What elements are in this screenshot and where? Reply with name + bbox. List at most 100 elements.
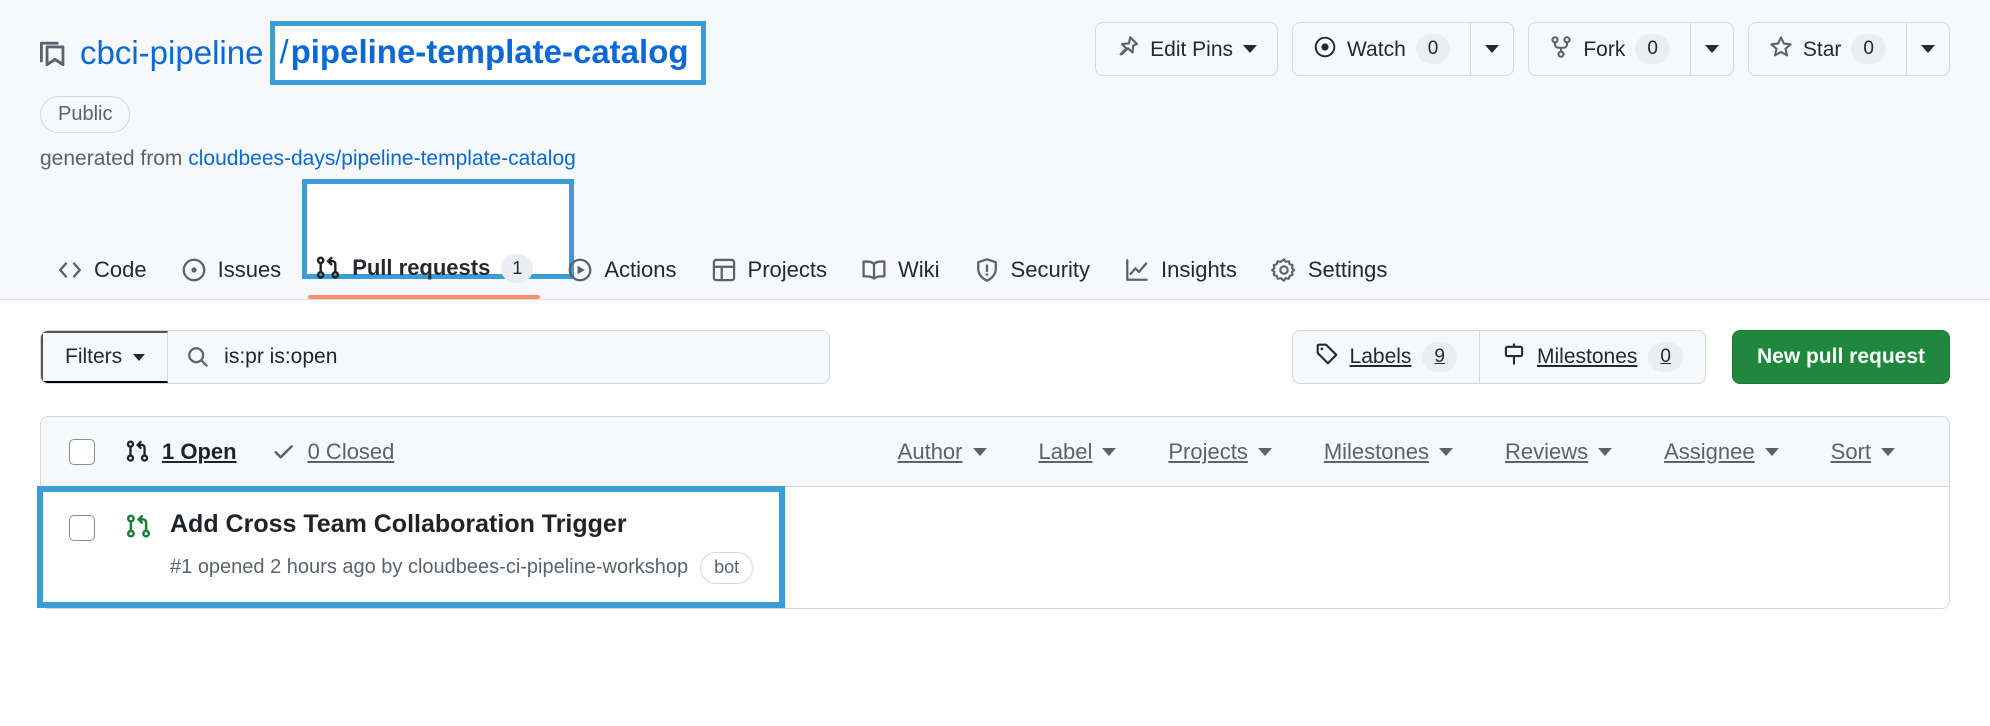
watch-label: Watch	[1347, 37, 1406, 61]
book-icon	[861, 257, 887, 283]
open-filter-tab[interactable]: 1 Open	[125, 439, 237, 465]
reviews-label: Reviews	[1504, 438, 1589, 464]
select-all-checkbox[interactable]	[69, 438, 95, 465]
github-pull-requests-page: cbci-pipeline / pipeline-template-catalo…	[0, 0, 1990, 726]
search-input[interactable]: is:pr is:open	[168, 331, 829, 383]
chevron-down-icon	[1485, 45, 1500, 53]
nav-label: Code	[94, 257, 147, 282]
chevron-down-icon	[972, 447, 987, 456]
search-input-value: is:pr is:open	[224, 345, 338, 368]
code-icon	[57, 257, 83, 283]
chevron-down-icon	[1881, 447, 1895, 456]
edit-pins-button[interactable]: Edit Pins	[1095, 22, 1279, 76]
repo-title: cbci-pipeline / pipeline-template-catalo…	[40, 18, 706, 85]
new-pull-request-button[interactable]: New pull request	[1731, 330, 1950, 384]
fork-count: 0	[1635, 33, 1670, 65]
labels-button[interactable]: Labels 9	[1291, 330, 1479, 384]
chevron-down-icon	[1598, 447, 1613, 456]
star-count: 0	[1851, 33, 1886, 65]
repo-name-highlight-box: / pipeline-template-catalog	[270, 21, 706, 85]
labels-label: Labels	[1349, 345, 1412, 368]
nav-item-issues[interactable]: Issues	[164, 257, 299, 299]
chevron-down-icon	[1764, 447, 1779, 456]
pull-requests-count: 1	[501, 253, 534, 283]
watch-button[interactable]: Watch 0	[1292, 22, 1471, 76]
play-icon	[567, 257, 593, 283]
visibility-badge: Public	[40, 95, 131, 133]
check-icon	[271, 439, 296, 464]
label-dropdown[interactable]: Label	[1013, 439, 1143, 465]
nav-label: Actions	[604, 257, 677, 282]
state-tabs: 1 Open 0 Closed	[125, 439, 394, 465]
nav-item-insights[interactable]: Insights	[1107, 257, 1254, 299]
fork-button[interactable]: Fork 0	[1528, 22, 1690, 76]
chevron-down-icon	[1102, 447, 1117, 456]
nav-item-wiki[interactable]: Wiki	[844, 257, 957, 299]
nav-item-code[interactable]: Code	[40, 257, 164, 299]
repo-template-icon	[40, 38, 70, 68]
fork-dropdown-button[interactable]	[1689, 22, 1734, 76]
repo-separator: /	[279, 33, 289, 70]
nav-label: Security	[1010, 257, 1091, 282]
nav-item-actions[interactable]: Actions	[550, 257, 693, 299]
closed-filter-tab[interactable]: 0 Closed	[271, 439, 394, 465]
reviews-dropdown[interactable]: Reviews	[1479, 439, 1638, 465]
assignee-dropdown[interactable]: Assignee	[1638, 439, 1805, 465]
milestone-icon	[1502, 342, 1526, 372]
star-dropdown-button[interactable]	[1906, 22, 1950, 76]
shield-icon	[974, 257, 1000, 283]
open-filter-label: 1 Open	[162, 438, 237, 464]
sort-label: Sort	[1830, 438, 1871, 464]
fork-label: Fork	[1583, 37, 1626, 61]
pull-request-list: 1 Open 0 Closed Author Label Projects Mi…	[37, 416, 1950, 609]
projects-dropdown[interactable]: Projects	[1142, 439, 1297, 465]
bot-badge: bot	[700, 552, 754, 584]
table-row[interactable]: Add Cross Team Collaboration Trigger #1 …	[41, 487, 1949, 608]
nav-item-security[interactable]: Security	[957, 257, 1107, 299]
repo-name-link[interactable]: pipeline-template-catalog	[291, 32, 689, 72]
nav-label: Wiki	[898, 257, 940, 282]
main-content: Filters is:pr is:open Labels 9 Milestone…	[0, 300, 1990, 609]
filters-label: Filters	[65, 345, 123, 368]
generated-from-link[interactable]: cloudbees-days/pipeline-template-catalog	[188, 147, 576, 170]
nav-label: Pull requests	[352, 255, 491, 281]
repo-owner-link[interactable]: cbci-pipeline	[80, 33, 263, 73]
filters-search-group: Filters is:pr is:open	[40, 330, 830, 384]
author-label: Author	[897, 438, 963, 464]
git-pull-request-open-icon	[125, 513, 152, 540]
pull-request-content: Add Cross Team Collaboration Trigger #1 …	[170, 509, 754, 584]
milestones-button[interactable]: Milestones 0	[1479, 330, 1706, 384]
label-label: Label	[1038, 438, 1093, 464]
milestones-count: 0	[1648, 341, 1683, 373]
pull-request-meta: #1 opened 2 hours ago by cloudbees-ci-pi…	[170, 552, 754, 584]
repo-title-row: cbci-pipeline / pipeline-template-catalo…	[40, 18, 1950, 171]
nav-item-projects[interactable]: Projects	[694, 257, 844, 299]
repo-action-buttons: Edit Pins Watch 0 Fork 0 Star 0	[1095, 18, 1950, 76]
watch-button-group: Watch 0	[1292, 22, 1515, 76]
repo-identity: cbci-pipeline / pipeline-template-catalo…	[40, 18, 706, 171]
row-checkbox[interactable]	[69, 515, 95, 541]
table-icon	[711, 257, 737, 283]
eye-icon	[1313, 35, 1337, 63]
edit-pins-label: Edit Pins	[1150, 37, 1234, 61]
filters-button[interactable]: Filters	[41, 331, 169, 383]
author-dropdown[interactable]: Author	[872, 439, 1013, 465]
chevron-down-icon	[133, 353, 146, 361]
nav-item-pull-requests[interactable]: Pull requests 1	[298, 253, 550, 299]
milestones-dropdown[interactable]: Milestones	[1298, 439, 1479, 465]
sort-dropdown[interactable]: Sort	[1805, 439, 1921, 465]
labels-milestones-group: Labels 9 Milestones 0	[1291, 330, 1706, 384]
watch-count: 0	[1415, 33, 1451, 65]
chevron-down-icon	[1921, 45, 1935, 53]
nav-item-settings[interactable]: Settings	[1254, 257, 1405, 299]
graph-icon	[1124, 257, 1150, 283]
filter-bar: Filters is:pr is:open Labels 9 Milestone…	[40, 330, 1950, 384]
active-tab-underline	[308, 295, 541, 299]
chevron-down-icon	[1257, 447, 1272, 456]
tag-icon	[1315, 342, 1339, 372]
pull-request-title-link[interactable]: Add Cross Team Collaboration Trigger	[170, 510, 627, 538]
pull-request-opened-text: opened 2 hours ago by	[197, 556, 403, 579]
labels-count: 9	[1422, 341, 1457, 373]
watch-dropdown-button[interactable]	[1470, 22, 1515, 76]
star-button[interactable]: Star 0	[1747, 22, 1906, 76]
